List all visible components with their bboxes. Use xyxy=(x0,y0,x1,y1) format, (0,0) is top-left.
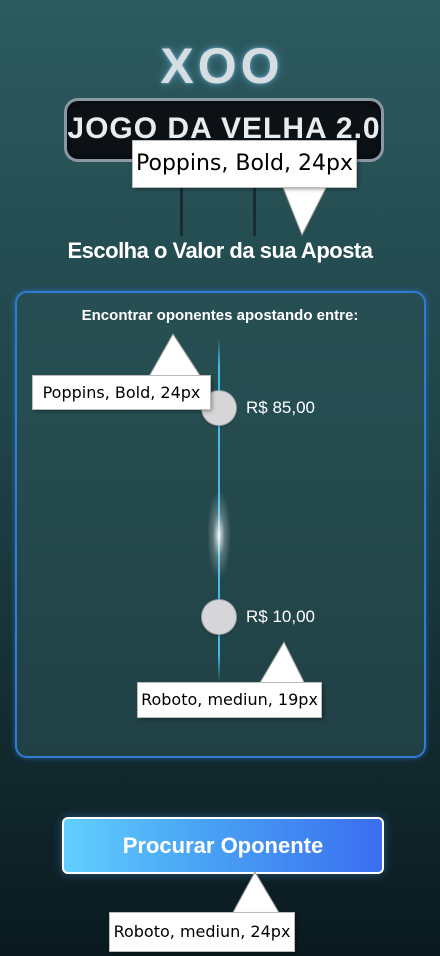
range-slider-glow xyxy=(207,490,231,580)
range-max-value: R$ 85,00 xyxy=(246,398,315,417)
range-min-handle[interactable] xyxy=(202,600,236,634)
font-annotation-button: Roboto, mediun, 24px xyxy=(110,913,294,951)
range-min-value: R$ 10,00 xyxy=(246,607,315,626)
logo-mark: XOO xyxy=(160,38,284,94)
page-title: Escolha o Valor da sua Aposta xyxy=(67,238,373,263)
bet-range-label: Encontrar oponentes apostando entre: xyxy=(81,307,359,324)
callout-pointer-2 xyxy=(146,333,204,381)
font-annotation-panel-label: Poppins, Bold, 24px xyxy=(33,376,210,409)
font-annotation-value: Roboto, mediun, 19px xyxy=(138,683,321,717)
callout-pointer-3 xyxy=(257,640,307,687)
font-annotation-heading: Poppins, Bold, 24px xyxy=(133,141,356,187)
callout-pointer-1 xyxy=(279,180,331,237)
find-opponent-button[interactable]: Procurar Oponente xyxy=(62,817,384,874)
callout-pointer-4 xyxy=(230,870,282,917)
